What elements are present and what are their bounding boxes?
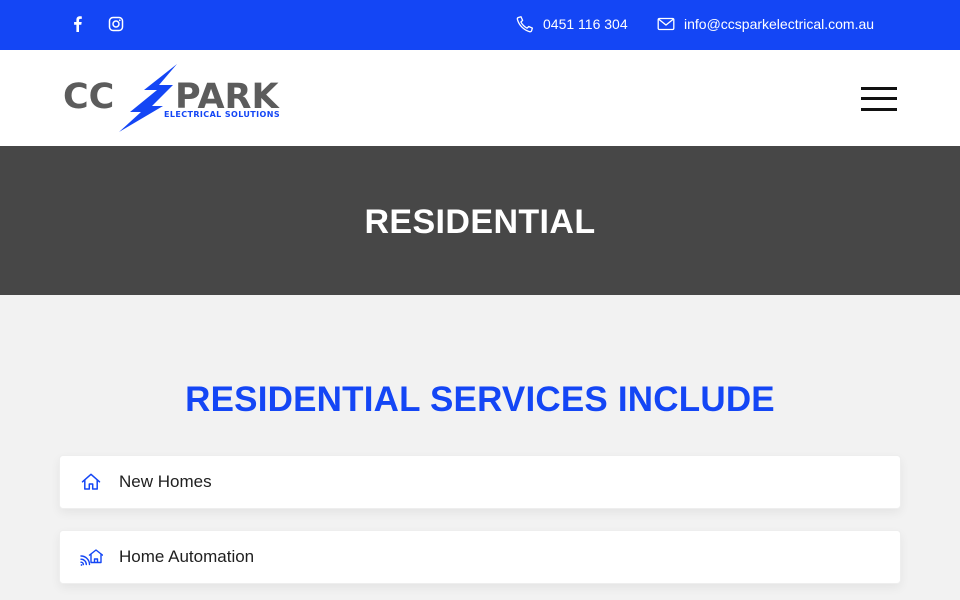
phone-link[interactable]: 0451 116 304 [516, 15, 628, 33]
logo-text-cc: CC [63, 77, 115, 117]
email-address[interactable]: info@ccsparkelectrical.com.au [684, 16, 874, 32]
top-bar: 0451 116 304 info@ccsparkelectrical.com.… [0, 0, 960, 50]
service-item-new-homes[interactable]: New Homes [59, 455, 901, 509]
logo-subtitle: ELECTRICAL SOLUTIONS [164, 110, 280, 119]
site-logo[interactable]: CC PARK ELECTRICAL SOLUTIONS [63, 63, 308, 133]
page-title: RESIDENTIAL [364, 203, 596, 241]
email-link[interactable]: info@ccsparkelectrical.com.au [657, 15, 874, 33]
services-section-title: RESIDENTIAL SERVICES INCLUDE [185, 380, 775, 419]
service-label: New Homes [119, 472, 212, 491]
page-banner: RESIDENTIAL [0, 146, 960, 295]
house-icon [81, 473, 101, 490]
smart-home-icon [80, 549, 103, 566]
envelope-icon [657, 17, 675, 31]
phone-icon [516, 16, 534, 33]
service-item-home-automation[interactable]: Home Automation [59, 530, 901, 584]
service-label: Home Automation [119, 547, 255, 566]
facebook-icon[interactable] [70, 15, 86, 33]
instagram-icon[interactable] [108, 15, 124, 33]
phone-number[interactable]: 0451 116 304 [543, 16, 628, 32]
social-links [70, 15, 124, 33]
hamburger-menu-icon[interactable] [861, 86, 897, 112]
